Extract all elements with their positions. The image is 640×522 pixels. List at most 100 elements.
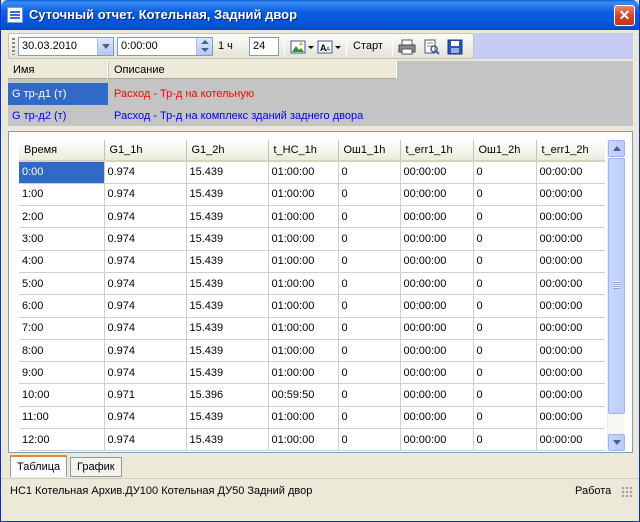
table-cell[interactable]: 0: [473, 183, 537, 207]
table-cell[interactable]: 15.439: [186, 272, 269, 296]
column-header[interactable]: Время: [19, 140, 105, 162]
table-cell[interactable]: 00:00:00: [400, 406, 474, 430]
table-cell[interactable]: 15.439: [186, 406, 269, 430]
table-cell[interactable]: 15.439: [186, 205, 269, 229]
table-cell[interactable]: 15.439: [186, 339, 269, 363]
table-cell[interactable]: 00:00:00: [400, 161, 474, 184]
table-cell[interactable]: 00:00:00: [400, 339, 474, 363]
font-icon[interactable]: A A: [316, 38, 334, 56]
table-cell[interactable]: 0: [473, 317, 537, 340]
table-cell[interactable]: 0: [473, 294, 537, 318]
table-row[interactable]: 2:00 0.974 15.439 01:00:00 0 00:00:00 0 00:00:0…: [19, 205, 605, 229]
table-cell[interactable]: 0: [473, 428, 537, 451]
table-cell[interactable]: 7:00: [19, 317, 105, 340]
table-cell[interactable]: 0: [338, 361, 401, 385]
column-header[interactable]: t_HC_1h: [268, 140, 339, 162]
table-cell[interactable]: 15.439: [186, 428, 269, 451]
table-cell[interactable]: 11:00: [19, 406, 105, 430]
table-cell[interactable]: 15.396: [186, 383, 269, 407]
spin-arrows-icon[interactable]: [196, 38, 212, 55]
table-cell[interactable]: 0.974: [104, 406, 187, 430]
table-cell[interactable]: 0.974: [104, 317, 187, 340]
table-cell[interactable]: 01:00:00: [268, 294, 339, 318]
table-row[interactable]: 0:00 0.974 15.439 01:00:00 0 00:00:00 0 00:00:0…: [19, 161, 605, 184]
table-cell[interactable]: 00:00:00: [400, 183, 474, 207]
print-icon[interactable]: [398, 38, 416, 56]
column-header[interactable]: Ош1_2h: [473, 140, 537, 162]
table-cell[interactable]: 00:59:50: [268, 383, 339, 407]
table-cell[interactable]: 00:00:00: [536, 161, 605, 184]
table-row[interactable]: 1:00 0.974 15.439 01:00:00 0 00:00:00 0 00:00:0…: [19, 183, 605, 207]
tab-chart[interactable]: График: [70, 457, 122, 477]
column-header[interactable]: t_err1_1h: [400, 140, 474, 162]
table-row[interactable]: 8:00 0.974 15.439 01:00:00 0 00:00:00 0 00:00:0…: [19, 339, 605, 363]
scroll-up-icon[interactable]: [608, 140, 625, 157]
table-cell[interactable]: 01:00:00: [268, 161, 339, 184]
table-row[interactable]: 11:00 0.974 15.439 01:00:00 0 00:00:00 0 00:00:…: [19, 406, 605, 430]
table-row[interactable]: 5:00 0.974 15.439 01:00:00 0 00:00:00 0 00:00:0…: [19, 272, 605, 296]
table-cell[interactable]: 0: [338, 161, 401, 184]
table-cell[interactable]: 0: [473, 361, 537, 385]
font-dropdown-icon[interactable]: [335, 46, 341, 49]
image-icon[interactable]: [289, 38, 307, 56]
table-cell[interactable]: 0: [338, 294, 401, 318]
table-cell[interactable]: 0: [473, 383, 537, 407]
table-cell[interactable]: 2:00: [19, 205, 105, 229]
preview-icon[interactable]: [422, 38, 440, 56]
column-header[interactable]: G1_1h: [104, 140, 187, 162]
table-cell[interactable]: 01:00:00: [268, 428, 339, 451]
table-cell[interactable]: 01:00:00: [268, 272, 339, 296]
info-row[interactable]: G тр-д2 (т) Расход - Тр-д на комплекс зд…: [8, 105, 633, 127]
table-cell[interactable]: 00:00:00: [400, 205, 474, 229]
table-cell[interactable]: 15.439: [186, 361, 269, 385]
table-cell[interactable]: 00:00:00: [400, 250, 474, 273]
table-cell[interactable]: 00:00:00: [536, 317, 605, 340]
resize-grip-icon[interactable]: [621, 486, 633, 498]
table-row[interactable]: 4:00 0.974 15.439 01:00:00 0 00:00:00 0 00:00:0…: [19, 250, 605, 273]
table-row[interactable]: 7:00 0.974 15.439 01:00:00 0 00:00:00 0 00:00:0…: [19, 317, 605, 340]
table-row[interactable]: 10:00 0.971 15.396 00:59:50 0 00:00:00 0 00:00:…: [19, 383, 605, 407]
interval-select[interactable]: 1 ч: [218, 40, 233, 52]
info-header-description[interactable]: Описание: [109, 61, 397, 79]
table-row[interactable]: 9:00 0.974 15.439 01:00:00 0 00:00:00 0 00:00:0…: [19, 361, 605, 385]
info-row[interactable]: G тр-д1 (т) Расход - Тр-д на котельную: [8, 83, 633, 105]
table-cell[interactable]: 0.974: [104, 183, 187, 207]
table-cell[interactable]: 00:00:00: [536, 339, 605, 363]
table-cell[interactable]: 01:00:00: [268, 250, 339, 273]
table-cell[interactable]: 15.439: [186, 227, 269, 251]
table-cell[interactable]: 0: [473, 339, 537, 363]
table-cell[interactable]: 0: [338, 406, 401, 430]
table-cell[interactable]: 8:00: [19, 339, 105, 363]
table-cell[interactable]: 12:00: [19, 428, 105, 451]
table-cell[interactable]: 0: [473, 250, 537, 273]
table-cell[interactable]: 01:00:00: [268, 183, 339, 207]
count-input[interactable]: 24: [249, 37, 279, 56]
table-cell[interactable]: 0: [338, 250, 401, 273]
table-cell[interactable]: 0:00: [19, 161, 105, 184]
table-cell[interactable]: 01:00:00: [268, 205, 339, 229]
table-cell[interactable]: 0: [338, 383, 401, 407]
table-cell[interactable]: 01:00:00: [268, 317, 339, 340]
table-cell[interactable]: 01:00:00: [268, 361, 339, 385]
chevron-down-icon[interactable]: [97, 38, 113, 55]
table-cell[interactable]: 00:00:00: [400, 294, 474, 318]
start-button[interactable]: Старт: [353, 40, 383, 52]
image-dropdown-icon[interactable]: [308, 46, 314, 49]
table-cell[interactable]: 00:00:00: [400, 317, 474, 340]
table-cell[interactable]: 0.974: [104, 205, 187, 229]
table-cell[interactable]: 00:00:00: [536, 383, 605, 407]
table-cell[interactable]: 0.974: [104, 250, 187, 273]
table-cell[interactable]: 0: [473, 272, 537, 296]
table-cell[interactable]: 15.439: [186, 161, 269, 184]
table-cell[interactable]: 0.974: [104, 161, 187, 184]
table-cell[interactable]: 1:00: [19, 183, 105, 207]
scroll-down-icon[interactable]: [608, 434, 625, 451]
close-button[interactable]: ✕: [614, 5, 635, 26]
table-cell[interactable]: 00:00:00: [536, 294, 605, 318]
column-header[interactable]: Ош1_1h: [338, 140, 401, 162]
table-cell[interactable]: 0.971: [104, 383, 187, 407]
table-cell[interactable]: 0: [338, 339, 401, 363]
info-header-name[interactable]: Имя: [8, 61, 108, 79]
table-cell[interactable]: 0: [338, 205, 401, 229]
table-cell[interactable]: 00:00:00: [400, 361, 474, 385]
